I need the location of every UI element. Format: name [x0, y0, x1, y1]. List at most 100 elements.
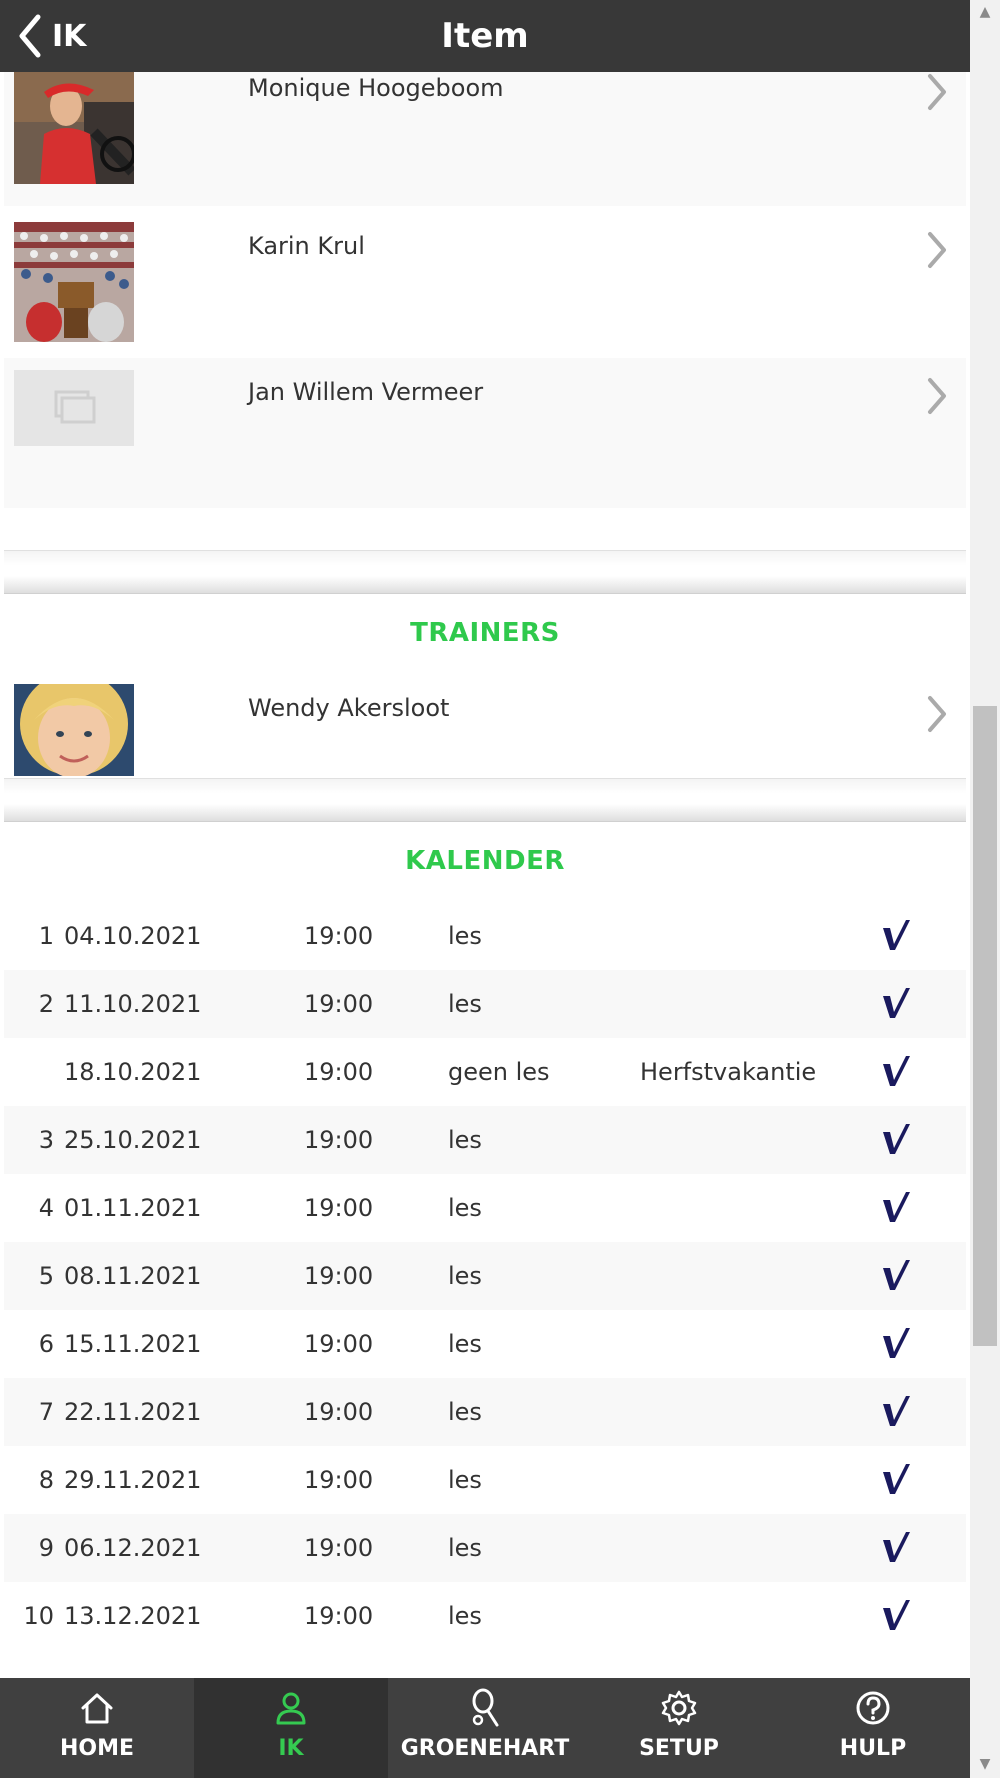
calendar-row-time: 19:00: [304, 1330, 374, 1358]
calendar-row-time: 19:00: [304, 1602, 374, 1630]
calendar-row-date: 29.11.2021: [64, 1466, 202, 1494]
scrollbar-thumb[interactable]: [973, 706, 997, 1346]
chevron-right-icon: [928, 696, 946, 732]
nav-hulp[interactable]: HULP: [776, 1678, 970, 1778]
checkmark-icon: [883, 1464, 910, 1494]
calendar-row-time: 19:00: [304, 1126, 374, 1154]
calendar-row-type: les: [448, 1466, 482, 1494]
calendar-row-note: Herfstvakantie: [640, 1058, 817, 1086]
attendance-check[interactable]: [880, 1242, 914, 1310]
calendar-row[interactable]: 7 22.11.2021 19:00 les: [4, 1378, 966, 1446]
calendar-row-date: 18.10.2021: [64, 1058, 202, 1086]
calendar-row-time: 19:00: [304, 1466, 374, 1494]
calendar-row-number: 2: [38, 990, 54, 1018]
calendar-row-type: les: [448, 1330, 482, 1358]
photo-placeholder: [14, 370, 134, 446]
chevron-right-icon: [928, 378, 946, 414]
attendance-check[interactable]: [880, 1174, 914, 1242]
calendar-row-type: les: [448, 990, 482, 1018]
calendar-row[interactable]: 4 01.11.2021 19:00 les: [4, 1174, 966, 1242]
trainer-item[interactable]: Wendy Akersloot: [4, 678, 966, 776]
image-placeholder-icon: [54, 390, 96, 424]
calendar-row-number: 1: [38, 922, 54, 950]
calendar-row-time: 19:00: [304, 1262, 374, 1290]
calendar-row[interactable]: 5 08.11.2021 19:00 les: [4, 1242, 966, 1310]
scrollbar[interactable]: ▲ ▼: [970, 0, 1000, 1778]
checkmark-icon: [883, 920, 910, 950]
member-photo: [14, 72, 134, 184]
attendance-check[interactable]: [880, 1446, 914, 1514]
page-title: Item: [441, 16, 529, 56]
calendar-row-type: les: [448, 1602, 482, 1630]
nav-label: SETUP: [639, 1736, 719, 1761]
calendar-row[interactable]: 10 13.12.2021 19:00 les: [4, 1582, 966, 1650]
attendance-check[interactable]: [880, 1514, 914, 1582]
trainers-title: TRAINERS: [410, 618, 560, 648]
attendance-check[interactable]: [880, 1378, 914, 1446]
calendar-row-date: 15.11.2021: [64, 1330, 202, 1358]
member-item[interactable]: Monique Hoogeboom: [4, 72, 966, 206]
tennis-racket-icon: [472, 1688, 499, 1727]
attendance-check[interactable]: [880, 1106, 914, 1174]
calendar-row-type: les: [448, 1262, 482, 1290]
calendar-row-date: 06.12.2021: [64, 1534, 202, 1562]
user-icon: [276, 1692, 306, 1725]
section-divider: [4, 550, 966, 594]
calendar-row-date: 22.11.2021: [64, 1398, 202, 1426]
calendar-row-number: 10: [23, 1602, 54, 1630]
section-divider: [4, 778, 966, 822]
calendar-row-type: les: [448, 1534, 482, 1562]
calendar-row-time: 19:00: [304, 922, 374, 950]
member-photo: [14, 222, 134, 342]
calendar-row-time: 19:00: [304, 1194, 374, 1222]
calendar-row-number: 3: [38, 1126, 54, 1154]
calendar-row-number: 8: [38, 1466, 54, 1494]
scroll-up-icon[interactable]: ▲: [977, 4, 993, 20]
checkmark-icon: [883, 1260, 910, 1290]
checkmark-icon: [883, 1124, 910, 1154]
trainer-name: Wendy Akersloot: [248, 694, 450, 722]
calendar-row[interactable]: 2 11.10.2021 19:00 les: [4, 970, 966, 1038]
member-item[interactable]: Jan Willem Vermeer: [4, 358, 966, 508]
attendance-check[interactable]: [880, 1582, 914, 1650]
nav-home[interactable]: HOME: [0, 1678, 194, 1778]
calendar-title: KALENDER: [405, 846, 565, 876]
calendar-row-date: 08.11.2021: [64, 1262, 202, 1290]
nav-ik[interactable]: IK: [194, 1678, 388, 1778]
calendar-row-date: 01.11.2021: [64, 1194, 202, 1222]
attendance-check[interactable]: [880, 902, 914, 970]
nav-label: HOME: [59, 1736, 135, 1761]
calendar-row[interactable]: 6 15.11.2021 19:00 les: [4, 1310, 966, 1378]
nav-label: HULP: [839, 1736, 907, 1761]
chevron-right-icon: [928, 74, 946, 110]
calendar-row-time: 19:00: [304, 1058, 374, 1086]
trainer-photo: [14, 684, 134, 776]
content-scroll-area[interactable]: Monique Hoogeboom Karin Krul Jan Willem …: [0, 72, 970, 1678]
gear-icon: [661, 1690, 697, 1726]
calendar-row[interactable]: 9 06.12.2021 19:00 les: [4, 1514, 966, 1582]
calendar-row-date: 25.10.2021: [64, 1126, 202, 1154]
member-item[interactable]: Karin Krul: [4, 212, 966, 358]
attendance-check[interactable]: [880, 1038, 914, 1106]
scroll-down-icon[interactable]: ▼: [977, 1756, 993, 1772]
calendar-row-number: 6: [38, 1330, 54, 1358]
nav-label: IK: [278, 1736, 304, 1761]
nav-label: GROENEHART: [400, 1736, 570, 1761]
calendar-row-type: les: [448, 1126, 482, 1154]
attendance-check[interactable]: [880, 1310, 914, 1378]
checkmark-icon: [883, 1532, 910, 1562]
calendar-row[interactable]: 3 25.10.2021 19:00 les: [4, 1106, 966, 1174]
nav-groenehart[interactable]: GROENEHART: [388, 1678, 582, 1778]
calendar-row-date: 04.10.2021: [64, 922, 202, 950]
calendar-row[interactable]: 18.10.2021 19:00 geen les Herfstvakantie: [4, 1038, 966, 1106]
calendar-row[interactable]: 8 29.11.2021 19:00 les: [4, 1446, 966, 1514]
calendar-row-type: les: [448, 1194, 482, 1222]
bottom-navigation: HOME IK GROENEHART SETUP HULP: [0, 1678, 970, 1778]
calendar-row[interactable]: 1 04.10.2021 19:00 les: [4, 902, 966, 970]
checkmark-icon: [883, 1328, 910, 1358]
home-icon: [81, 1693, 113, 1724]
nav-setup[interactable]: SETUP: [582, 1678, 776, 1778]
calendar-row-date: 13.12.2021: [64, 1602, 202, 1630]
calendar-row-time: 19:00: [304, 1398, 374, 1426]
attendance-check[interactable]: [880, 970, 914, 1038]
